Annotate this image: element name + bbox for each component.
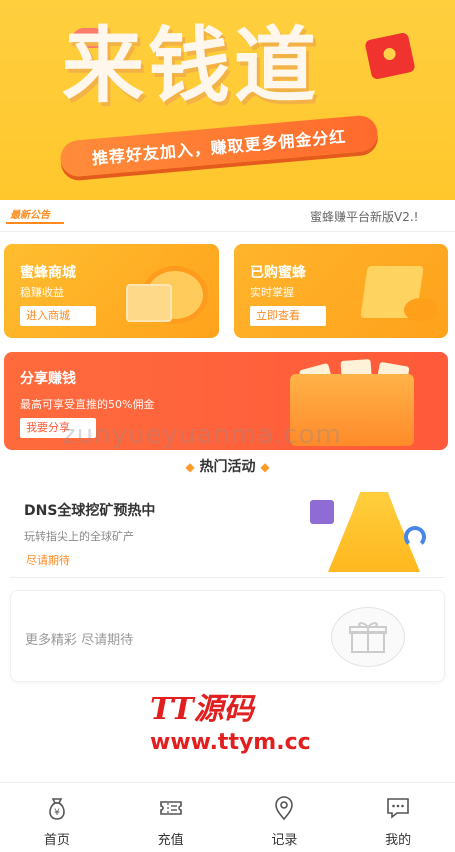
tab-recharge-label: 充值 [157,833,184,848]
coins-icon [404,298,438,322]
event-title: DNS全球挖矿预热中 [24,503,156,519]
tab-home[interactable]: ¥ 首页 [0,783,114,852]
more-card[interactable]: 更多精彩 尽请期待 [10,590,445,682]
brand-url: www.ttym.cc [150,730,311,755]
share-card-subtitle: 最高可享受直推的50%佣金 [20,398,155,411]
watermark-text: zunyueyuanma.com [62,420,342,450]
shop-card-title: 蜜蜂商城 [20,265,76,281]
notice-badge: 最新公告 [6,208,64,224]
shop-card[interactable]: 蜜蜂商城 稳赚收益 进入商城 [4,244,219,338]
notice-bar[interactable]: 最新公告 蜜蜂赚平台新版V2.! [0,200,455,232]
notice-text[interactable]: 蜜蜂赚平台新版V2.! [310,208,418,225]
right-deco-icon: ◆ [260,460,270,474]
gift-box-outline-icon [331,607,405,667]
location-icon [275,796,294,821]
chat-icon [387,798,409,819]
tab-mine[interactable]: 我的 [341,783,455,852]
banner-title: 来钱道 [62,19,321,114]
brand-watermark: TT源码 www.ttym.cc [150,684,311,755]
red-envelope-icon [364,31,416,81]
tab-home-label: 首页 [43,833,70,848]
notebook-icon [126,284,172,322]
tab-records[interactable]: 记录 [228,783,342,852]
event-card[interactable]: DNS全球挖矿预热中 玩转指尖上的全球矿产 尽请期待 [10,480,445,578]
tab-recharge[interactable]: 充值 [114,783,228,852]
tab-mine-label: 我的 [385,833,412,848]
enter-shop-button[interactable]: 进入商城 [20,306,96,326]
hot-activities-heading: ◆ 热门活动 ◆ [0,456,455,476]
view-now-button[interactable]: 立即查看 [250,306,326,326]
bees-card-subtitle: 实时掌握 [250,286,294,299]
gift-icon [310,500,334,524]
brand-logo: TT源码 [150,692,254,727]
ticket-icon [159,801,182,815]
tab-records-label: 记录 [271,833,298,848]
bottom-tabbar: ¥ 首页 充值 记录 我的 [0,782,455,852]
headphone-icon [404,526,426,548]
money-bag-icon: ¥ [49,798,65,820]
banner-slogan: 推荐好友加入，赚取更多佣金分红 [59,114,379,178]
left-deco-icon: ◆ [185,460,195,474]
purchased-bees-card[interactable]: 已购蜜蜂 实时掌握 立即查看 [234,244,448,338]
top-banner[interactable]: 来钱道 推荐好友加入，赚取更多佣金分红 [0,0,455,200]
svg-text:¥: ¥ [54,808,60,818]
bees-card-title: 已购蜜蜂 [250,265,306,281]
hot-activities-title: 热门活动 [199,459,256,475]
event-subtitle: 玩转指尖上的全球矿产 [24,530,134,543]
event-status: 尽请期待 [26,554,70,567]
more-text: 更多精彩 尽请期待 [25,633,134,648]
shop-card-subtitle: 稳赚收益 [20,286,64,299]
share-card-title: 分享赚钱 [20,371,76,387]
